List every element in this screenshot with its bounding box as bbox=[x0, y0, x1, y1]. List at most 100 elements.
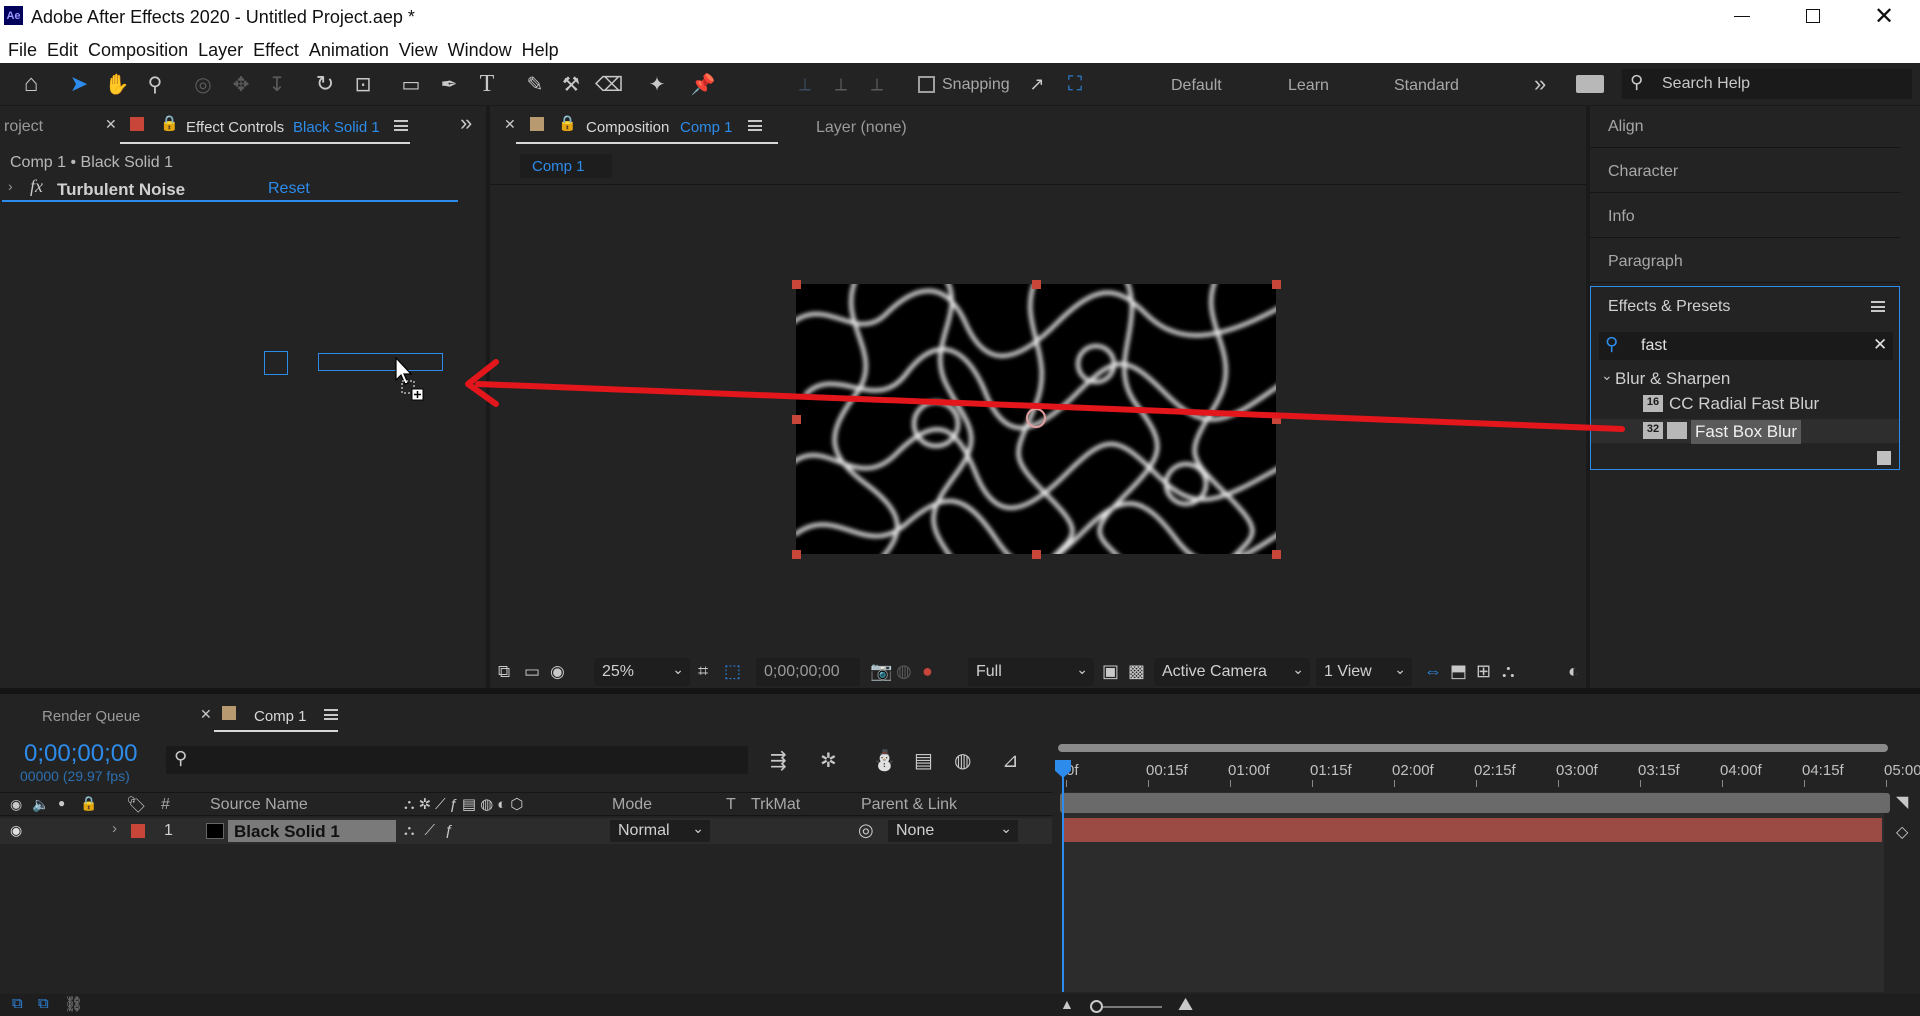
timeline-end-marker-icon[interactable]: ◥ bbox=[1896, 792, 1908, 812]
zoom-in-icon[interactable]: ⛰ bbox=[1178, 994, 1193, 1015]
eraser-tool-icon[interactable]: ⌫ bbox=[594, 70, 624, 98]
reset-link[interactable]: Reset bbox=[268, 180, 310, 198]
pen-tool-icon[interactable]: ✒ bbox=[434, 70, 464, 98]
timecode-field[interactable]: 0;00;00;00 bbox=[756, 658, 860, 686]
render-queue-tab[interactable]: Render Queue bbox=[42, 708, 140, 725]
layer-switches-icons[interactable]: ⛬⟋ƒ bbox=[404, 822, 463, 839]
frame-blending-icon[interactable]: ▤ bbox=[914, 748, 933, 773]
menu-animation[interactable]: Animation bbox=[301, 36, 389, 61]
draft-3d-icon[interactable]: ✲ bbox=[820, 748, 837, 773]
camera-dropdown[interactable]: Active Camera ⌄ bbox=[1154, 658, 1310, 686]
category-blur-sharpen[interactable]: Blur & Sharpen bbox=[1615, 369, 1730, 389]
rgb-channel-icon[interactable]: ● bbox=[922, 661, 933, 682]
panel-overflow-icon[interactable]: » bbox=[460, 110, 472, 136]
toggle-pixel-aspect-icon[interactable]: ⇔ bbox=[1424, 661, 1442, 682]
local-axis-icon[interactable]: ⟂ bbox=[790, 70, 820, 98]
new-preset-icon[interactable] bbox=[1877, 451, 1891, 465]
transform-handle[interactable] bbox=[1272, 550, 1281, 559]
menu-view[interactable]: View bbox=[391, 36, 438, 61]
layer-label-color[interactable] bbox=[131, 824, 145, 838]
expand-chevron-icon[interactable]: › bbox=[8, 178, 13, 194]
effect-item-fast-box-blur[interactable]: Fast Box Blur bbox=[1691, 420, 1802, 444]
brush-tool-icon[interactable]: ✎ bbox=[520, 70, 550, 98]
effects-search-box[interactable]: ⚲ fast ✕ bbox=[1599, 332, 1893, 360]
parent-dropdown[interactable]: None ⌄ bbox=[888, 820, 1018, 842]
reset-exposure-icon[interactable]: ◐ bbox=[1568, 661, 1579, 682]
lock-icon[interactable]: 🔒 bbox=[160, 114, 179, 132]
fast-previews-icon[interactable]: ▣ bbox=[1102, 661, 1119, 682]
roto-brush-tool-icon[interactable]: ✦ bbox=[642, 70, 672, 98]
snap-options-icon[interactable]: ↗ bbox=[1022, 70, 1052, 98]
close-tab-icon[interactable]: ✕ bbox=[200, 706, 212, 723]
layer-row[interactable]: ◉ › 1 Black Solid 1 ⛬⟋ƒ Normal ⌄ ◎ None ⌄ bbox=[0, 818, 1052, 844]
transform-handle[interactable] bbox=[1272, 415, 1281, 424]
transform-handle[interactable] bbox=[792, 415, 801, 424]
minimize-icon[interactable] bbox=[1734, 16, 1750, 17]
transparency-grid-icon[interactable]: ▩ bbox=[1128, 661, 1145, 682]
menu-layer[interactable]: Layer bbox=[190, 36, 243, 61]
info-panel[interactable]: Info bbox=[1590, 196, 1900, 238]
timeline-toggle-icon[interactable]: ⊞ bbox=[1476, 661, 1491, 682]
expand-layer-chevron-icon[interactable]: › bbox=[112, 820, 117, 837]
orbit-camera-icon[interactable]: ◎ bbox=[188, 70, 218, 98]
clone-stamp-tool-icon[interactable]: ⚒ bbox=[556, 70, 586, 98]
home-icon[interactable]: ⌂ bbox=[16, 70, 46, 98]
align-panel[interactable]: Align bbox=[1590, 106, 1900, 148]
workspace-settings-icon[interactable] bbox=[1576, 75, 1604, 93]
column-header-source-name[interactable]: Source Name bbox=[210, 796, 308, 814]
keyframe-nav-icon[interactable]: ◇ bbox=[1896, 822, 1908, 842]
snapping-checkbox[interactable] bbox=[918, 76, 935, 93]
restore-icon[interactable] bbox=[1806, 9, 1820, 23]
lock-icon[interactable]: 🔒 bbox=[558, 114, 577, 132]
layer-search-box[interactable]: ⚲ bbox=[166, 746, 748, 774]
mode-dropdown[interactable]: Normal ⌄ bbox=[610, 820, 710, 842]
rectangle-tool-icon[interactable]: ▭ bbox=[396, 70, 426, 98]
menu-composition[interactable]: Composition bbox=[80, 36, 188, 61]
effect-name[interactable]: Turbulent Noise bbox=[57, 180, 185, 200]
pickwhip-icon[interactable]: ◎ bbox=[858, 820, 874, 841]
workspace-overflow-icon[interactable]: » bbox=[1534, 71, 1546, 97]
rotation-tool-icon[interactable]: ↻ bbox=[310, 70, 340, 98]
eye-visibility-icon[interactable]: ◉ bbox=[10, 822, 22, 839]
type-tool-icon[interactable]: T bbox=[472, 70, 502, 98]
flowchart-icon[interactable]: ⛬ bbox=[1502, 661, 1515, 682]
workspace-default[interactable]: Default bbox=[1171, 77, 1222, 95]
timeline-comp-tab[interactable]: Comp 1 bbox=[254, 708, 307, 725]
in-out-toggle-icon[interactable]: ⛓ bbox=[64, 995, 83, 1013]
puppet-pin-tool-icon[interactable]: 📌 bbox=[688, 70, 718, 98]
layer-name[interactable]: Black Solid 1 bbox=[228, 820, 396, 842]
comp-mini-flowchart-icon[interactable]: ⇶ bbox=[770, 748, 787, 773]
zoom-slider-thumb[interactable] bbox=[1090, 1000, 1103, 1013]
transform-handle[interactable] bbox=[792, 280, 801, 289]
dolly-camera-icon[interactable]: ↧ bbox=[262, 70, 292, 98]
selection-tool-icon[interactable]: ➤ bbox=[64, 70, 94, 98]
search-help-box[interactable]: ⚲ Search Help bbox=[1622, 69, 1912, 99]
clear-search-icon[interactable]: ✕ bbox=[1873, 335, 1887, 355]
always-preview-icon[interactable]: ⧉ bbox=[498, 662, 510, 682]
layer-panel-tab[interactable]: Layer (none) bbox=[816, 119, 907, 137]
pan-camera-icon[interactable]: ✥ bbox=[226, 70, 256, 98]
monitor-icon[interactable]: ▭ bbox=[524, 662, 540, 682]
transform-handle[interactable] bbox=[1032, 550, 1041, 559]
effect-controls-tab[interactable]: Effect Controls bbox=[186, 119, 284, 136]
panel-menu-icon[interactable] bbox=[1871, 301, 1885, 312]
panel-menu-icon[interactable] bbox=[394, 120, 408, 131]
panel-menu-icon[interactable] bbox=[748, 120, 762, 131]
menu-help[interactable]: Help bbox=[514, 36, 559, 61]
shy-layers-icon[interactable]: ⛄ bbox=[872, 748, 897, 773]
hand-tool-icon[interactable]: ✋ bbox=[102, 70, 132, 98]
comp-flowchart-tab[interactable]: Comp 1 bbox=[520, 154, 612, 178]
views-dropdown[interactable]: 1 View ⌄ bbox=[1316, 658, 1412, 686]
menu-edit[interactable]: Edit bbox=[39, 36, 78, 61]
zoom-dropdown[interactable]: 25% ⌄ bbox=[594, 658, 690, 686]
transfer-controls-toggle-icon[interactable]: ⧉ bbox=[38, 995, 49, 1012]
graph-editor-icon[interactable]: ⊿ bbox=[1002, 748, 1019, 773]
paragraph-panel[interactable]: Paragraph bbox=[1590, 241, 1900, 283]
close-tab-icon[interactable]: ✕ bbox=[504, 116, 516, 133]
workspace-standard[interactable]: Standard bbox=[1394, 77, 1459, 95]
grid-icon[interactable]: ⌗ bbox=[698, 661, 708, 682]
menu-file[interactable]: File bbox=[0, 36, 37, 61]
chevron-down-icon[interactable]: ⌄ bbox=[1601, 367, 1613, 384]
pan-behind-tool-icon[interactable]: ⊡ bbox=[348, 70, 378, 98]
transform-handle[interactable] bbox=[792, 550, 801, 559]
